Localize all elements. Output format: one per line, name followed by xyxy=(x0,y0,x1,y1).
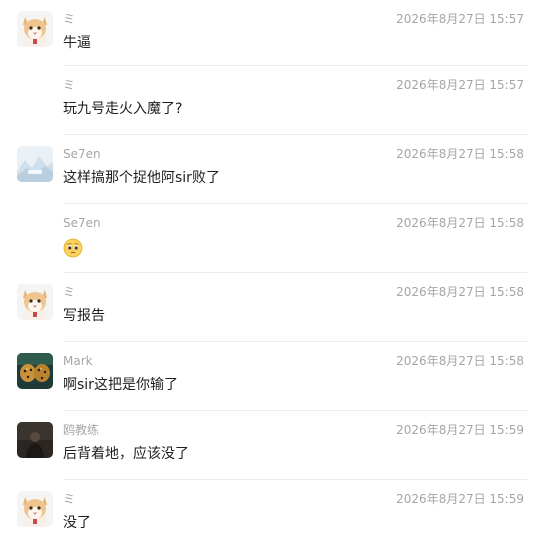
message-text: 牛逼 xyxy=(63,35,91,51)
message-text: 啊sir这把是你输了 xyxy=(63,377,178,393)
sender-name: Se7en xyxy=(63,147,101,161)
sender-name: ミ xyxy=(63,78,76,92)
sender-name: 鸥教练 xyxy=(63,423,100,437)
message-timestamp: 2026年8月27日 15:58 xyxy=(396,147,524,161)
cat-avatar-icon[interactable] xyxy=(17,284,53,320)
sender-name: ミ xyxy=(63,285,76,299)
message-timestamp: 2026年8月27日 15:57 xyxy=(396,12,524,26)
dark-avatar-icon[interactable] xyxy=(17,422,53,458)
jaguar-avatar-icon[interactable] xyxy=(17,353,53,389)
message-timestamp: 2026年8月27日 15:58 xyxy=(396,285,524,299)
sender-name: Mark xyxy=(63,354,93,368)
pleading-face-icon xyxy=(63,238,83,258)
chat-message: ミ 2026年8月27日 15:58 写报告 xyxy=(0,273,535,342)
cat-avatar-icon[interactable] xyxy=(17,11,53,47)
landscape-avatar-icon[interactable] xyxy=(17,146,53,182)
message-timestamp: 2026年8月27日 15:59 xyxy=(396,492,524,506)
message-text: 后背着地，应该没了 xyxy=(63,446,189,462)
chat-message: ミ 2026年8月27日 15:59 没了 xyxy=(0,480,535,549)
message-text: 这样搞那个捉他阿sir败了 xyxy=(63,170,220,186)
sender-name: ミ xyxy=(63,12,76,26)
chat-message: Se7en 2026年8月27日 15:58 xyxy=(0,204,535,273)
chat-message: ミ 2026年8月27日 15:57 牛逼 xyxy=(0,0,535,66)
message-timestamp: 2026年8月27日 15:58 xyxy=(396,216,524,230)
message-timestamp: 2026年8月27日 15:58 xyxy=(396,354,524,368)
chat-message: Se7en 2026年8月27日 15:58 这样搞那个捉他阿sir败了 xyxy=(0,135,535,204)
message-text: 没了 xyxy=(63,515,91,531)
message-text: 玩九号走火入魔了? xyxy=(63,101,183,117)
message-timestamp: 2026年8月27日 15:57 xyxy=(396,78,524,92)
message-text: 写报告 xyxy=(63,308,105,324)
chat-message: Mark 2026年8月27日 15:58 啊sir这把是你输了 xyxy=(0,342,535,411)
chat-message: ミ 2026年8月27日 15:57 玩九号走火入魔了? xyxy=(0,66,535,135)
sender-name: Se7en xyxy=(63,216,101,230)
chat-message-list: ミ 2026年8月27日 15:57 牛逼 ミ 2026年8月27日 15:57… xyxy=(0,0,535,547)
message-timestamp: 2026年8月27日 15:59 xyxy=(396,423,524,437)
sender-name: ミ xyxy=(63,492,76,506)
chat-message: 鸥教练 2026年8月27日 15:59 后背着地，应该没了 xyxy=(0,411,535,480)
cat-avatar-icon[interactable] xyxy=(17,491,53,527)
